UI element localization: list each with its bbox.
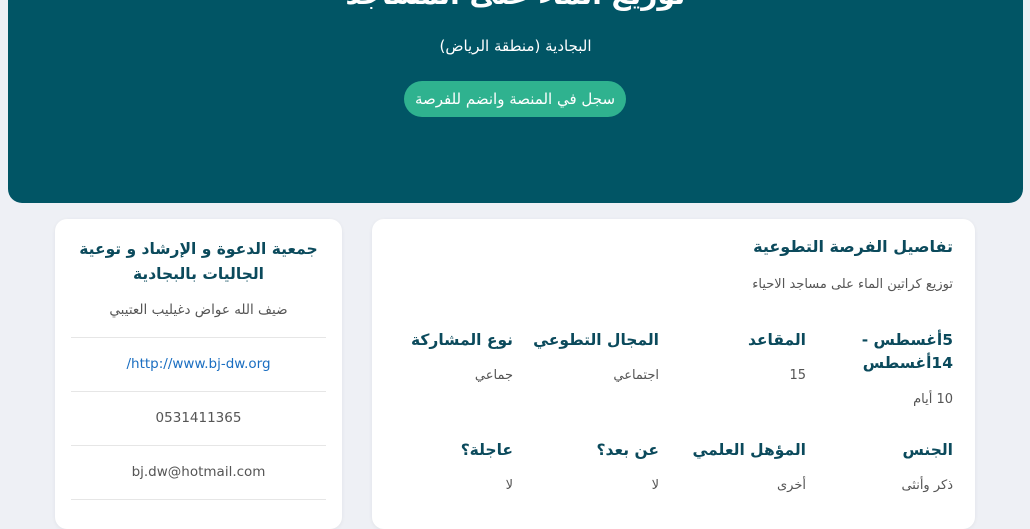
field-value: 15 bbox=[789, 368, 806, 383]
field-value: ذكر وأنثى bbox=[901, 478, 953, 493]
field-value: اجتماعي bbox=[613, 368, 659, 383]
hero-banner: توزيع الماء على المساجد البجادية (منطقة … bbox=[8, 0, 1023, 203]
field-label: عاجلة؟ bbox=[460, 441, 513, 459]
opportunity-title: توزيع الماء على المساجد bbox=[8, 0, 1023, 11]
field-label: المقاعد bbox=[747, 331, 806, 349]
field-value: لا bbox=[651, 478, 659, 493]
field-label: 5أغسطس - 14أغسطس bbox=[861, 331, 953, 372]
phone-row: 0531411365 bbox=[71, 391, 326, 446]
website-row: /http://www.bj-dw.org bbox=[71, 337, 326, 392]
field-label: المؤهل العلمي bbox=[692, 441, 806, 459]
field-participation-type: نوع المشاركة جماعي bbox=[375, 329, 513, 383]
details-heading: تفاصيل الفرصة التطوعية bbox=[753, 237, 953, 256]
contact-person-name: ضيف الله عواض دغيليب العتيبي bbox=[109, 302, 288, 318]
register-join-button[interactable]: سجل في المنصة وانضم للفرصة bbox=[404, 81, 626, 117]
field-value: لا bbox=[505, 478, 513, 493]
field-value: 10 أيام bbox=[913, 392, 953, 407]
details-description: توزيع كراتين الماء على مساجد الاحياء bbox=[752, 277, 953, 292]
organization-email: bj.dw@hotmail.com bbox=[131, 464, 266, 480]
field-qualification: المؤهل العلمي أخرى bbox=[668, 439, 806, 493]
field-label: عن بعد؟ bbox=[596, 441, 659, 459]
organization-card: جمعية الدعوة و الإرشاد و توعية الجاليات … bbox=[55, 219, 342, 529]
email-row: bj.dw@hotmail.com bbox=[71, 445, 326, 500]
field-gender: الجنس ذكر وأنثى bbox=[815, 439, 953, 493]
organization-name: جمعية الدعوة و الإرشاد و توعية الجاليات … bbox=[79, 240, 318, 283]
field-remote: عن بعد؟ لا bbox=[521, 439, 659, 493]
field-volunteer-domain: المجال التطوعي اجتماعي bbox=[521, 329, 659, 383]
organization-website-link[interactable]: /http://www.bj-dw.org bbox=[126, 356, 270, 372]
organization-phone: 0531411365 bbox=[155, 410, 242, 426]
field-label: المجال التطوعي bbox=[533, 331, 659, 349]
field-seats: المقاعد 15 bbox=[668, 329, 806, 383]
field-label: الجنس bbox=[902, 441, 953, 459]
field-value: أخرى bbox=[777, 478, 806, 493]
contact-person-row: ضيف الله عواض دغيليب العتيبي bbox=[71, 283, 326, 338]
opportunity-location: البجادية (منطقة الرياض) bbox=[439, 37, 592, 55]
field-label: نوع المشاركة bbox=[411, 331, 513, 349]
opportunity-details-card: تفاصيل الفرصة التطوعية توزيع كراتين الما… bbox=[372, 219, 975, 529]
field-date-range: 5أغسطس - 14أغسطس 10 أيام bbox=[815, 329, 953, 407]
field-value: جماعي bbox=[474, 368, 513, 383]
field-urgent: عاجلة؟ لا bbox=[375, 439, 513, 493]
